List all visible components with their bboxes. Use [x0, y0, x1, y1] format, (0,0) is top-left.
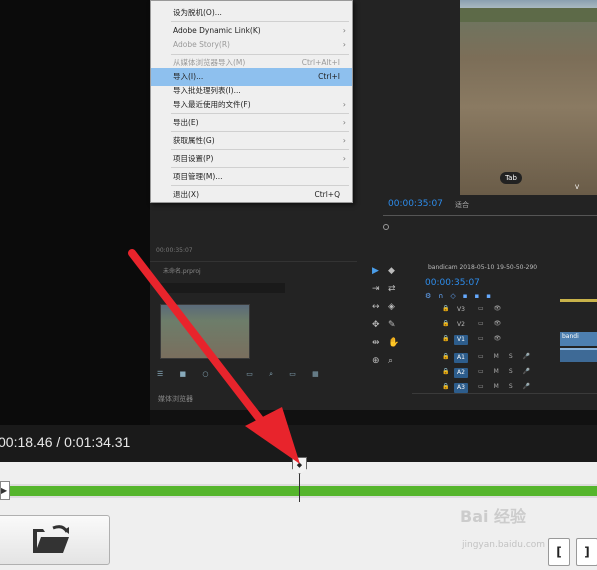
hand-icon[interactable]: ✋ [388, 338, 399, 348]
lock-icon[interactable]: 🔒 [442, 335, 449, 342]
rate-stretch-icon[interactable]: ↔ [372, 302, 380, 312]
menu-item-label: 导入批处理列表(I)... [173, 86, 241, 95]
menu-item-label: 设为脱机(O)... [173, 8, 222, 17]
play-icon[interactable]: ▶ [0, 481, 10, 500]
menu-item-label: 从媒体浏览器导入(M) [173, 58, 246, 67]
menu-item-import-recent[interactable]: 导入最近使用的文件(F) › [151, 96, 352, 114]
lock-icon[interactable]: 🔒 [442, 383, 449, 390]
menu-item-label: Adobe Dynamic Link(K) [173, 26, 261, 35]
program-monitor-video [460, 0, 597, 195]
eye-icon[interactable]: ▭👁 [478, 305, 511, 312]
menu-item-label: 导出(E) [173, 118, 199, 127]
track-row-v2[interactable]: 🔒 V2 ▭👁 [416, 318, 561, 332]
project-search-input[interactable] [160, 283, 285, 293]
mute-solo-icons[interactable]: ▭MS🎤 [478, 383, 540, 390]
menu-item-label: 导入(I)... [173, 72, 204, 81]
rolling-edit-icon[interactable]: ⇄ [388, 284, 396, 294]
submenu-arrow-icon: › [342, 40, 346, 49]
razor-icon[interactable]: ◈ [388, 302, 395, 312]
eye-icon[interactable]: ▭👁 [478, 335, 511, 342]
track-row-v1[interactable]: 🔒 V1 ▭👁 [416, 333, 561, 347]
mute-solo-icons[interactable]: ▭MS🎤 [478, 353, 540, 360]
menu-item-project-manager[interactable]: 项目管理(M)... [151, 168, 352, 186]
track-select-icon[interactable]: ◆ [388, 266, 395, 276]
track-label[interactable]: A2 [454, 368, 468, 378]
project-clip-thumbnail[interactable] [160, 304, 250, 359]
bracket-right-icon[interactable]: ] [576, 538, 597, 566]
lock-icon[interactable]: 🔒 [442, 305, 449, 312]
timeline-toolbar[interactable]: ⚙∩◇▪▪▪ [425, 292, 498, 300]
track-row-a2[interactable]: 🔒 A2 ▭MS🎤 [416, 366, 561, 380]
timeline-scrollbar[interactable] [412, 393, 597, 394]
tab-media-browser[interactable]: 媒体浏览器 [158, 394, 193, 404]
submenu-arrow-icon: › [342, 118, 346, 127]
zoom-icon[interactable]: ⊕ [372, 356, 380, 366]
program-scrubber[interactable] [383, 215, 597, 216]
menu-item-adobe-story[interactable]: Adobe Story(R) › [151, 36, 352, 54]
track-label[interactable]: V3 [454, 305, 468, 315]
player-time-readout: 00:18.46 / 0:01:34.31 [0, 434, 131, 450]
timeline-sequence-tab[interactable]: bandicam 2018-05-10 19-50-50-290 [428, 264, 537, 271]
folder-open-icon [33, 525, 69, 553]
timeline-clip-video[interactable]: bandi [560, 332, 597, 346]
track-label[interactable]: V1 [454, 335, 468, 345]
menu-item-label: 退出(X) [173, 190, 199, 199]
open-file-button[interactable] [0, 515, 110, 565]
lock-icon[interactable]: 🔒 [442, 353, 449, 360]
track-label[interactable]: A1 [454, 353, 468, 363]
menu-item-shortcut: Ctrl+Q [314, 190, 340, 199]
v-key-overlay: V [575, 184, 580, 191]
slide-icon[interactable]: ⇹ [372, 338, 380, 348]
tab-key-overlay: Tab [500, 172, 522, 184]
submenu-arrow-icon: › [342, 100, 346, 109]
menu-item-label: 项目设置(P) [173, 154, 214, 163]
zoom-select[interactable]: 适合 [455, 200, 469, 210]
timeline-work-area[interactable] [560, 299, 597, 302]
menu-item-label: 导入最近使用的文件(F) [173, 100, 251, 109]
menu-item-label: 项目管理(M)... [173, 172, 223, 181]
submenu-arrow-icon: › [342, 136, 346, 145]
ripple-edit-icon[interactable]: ⇥ [372, 284, 380, 294]
mute-solo-icons[interactable]: ▭MS🎤 [478, 368, 540, 375]
selection-tool-icon[interactable]: ▶ [372, 266, 379, 276]
project-toolbar[interactable]: ☰ ■ ○ ◇ ▭ ⌕ ▭ ▦ [157, 370, 326, 379]
menu-item-export[interactable]: 导出(E) › [151, 114, 352, 132]
timeline-timecode[interactable]: 00:00:35:07 [425, 278, 480, 288]
player-playhead[interactable] [299, 470, 300, 502]
track-row-a1[interactable]: 🔒 A1 ▭MS🎤 [416, 351, 561, 365]
project-title[interactable]: 未命名.prproj [163, 266, 201, 275]
menu-item-get-properties[interactable]: 获取属性(G) › [151, 132, 352, 150]
program-timecode[interactable]: 00:00:35:07 [388, 199, 443, 209]
tools-panel: ▶ ◆ ⇥ ⇄ ↔ ◈ ✥ ✎ ⇹ ✋ ⊕ ⌕ [362, 262, 406, 409]
lock-icon[interactable]: 🔒 [442, 320, 449, 327]
menu-item-label: Adobe Story(R) [173, 40, 230, 49]
timeline-clip-audio[interactable] [560, 348, 597, 362]
track-label[interactable]: V2 [454, 320, 468, 330]
menu-item-offline[interactable]: 设为脱机(O)... [151, 4, 352, 22]
bracket-left-icon[interactable]: [ [548, 538, 570, 566]
pen-icon[interactable]: ✎ [388, 320, 396, 330]
menu-item-project-settings[interactable]: 项目设置(P) › [151, 150, 352, 168]
submenu-arrow-icon: › [342, 154, 346, 163]
track-label[interactable]: A3 [454, 383, 468, 393]
player-progress-fill[interactable] [10, 486, 597, 496]
marker-icon[interactable] [383, 224, 389, 230]
file-menu: 设为脱机(O)... Adobe Dynamic Link(K) › Adobe … [150, 0, 353, 203]
slip-icon[interactable]: ✥ [372, 320, 380, 330]
menu-item-label: 获取属性(G) [173, 136, 215, 145]
track-row-v3[interactable]: 🔒 V3 ▭👁 [416, 303, 561, 317]
source-timecode: 00:00:35:07 [156, 247, 193, 254]
eye-icon[interactable]: ▭👁 [478, 320, 511, 327]
left-black-area [0, 0, 150, 425]
magnifier-icon[interactable]: ⌕ [388, 356, 393, 366]
watermark-logo: Bai 经验 [460, 507, 527, 526]
lock-icon[interactable]: 🔒 [442, 368, 449, 375]
menu-item-exit[interactable]: 退出(X) Ctrl+Q [151, 186, 352, 204]
watermark-url: jingyan.baidu.com [462, 540, 546, 550]
